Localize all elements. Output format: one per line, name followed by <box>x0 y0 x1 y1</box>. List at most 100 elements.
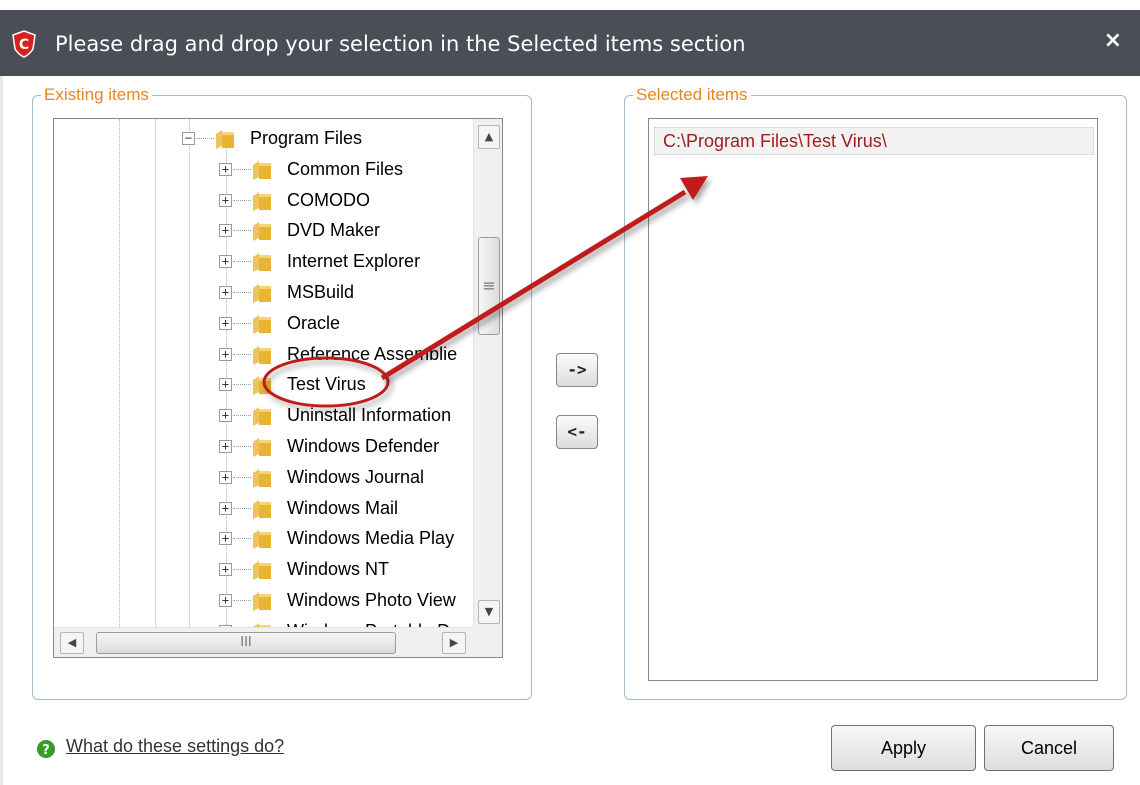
help-link[interactable]: What do these settings do? <box>66 736 284 757</box>
expand-icon[interactable]: + <box>219 532 232 546</box>
expand-icon[interactable]: + <box>219 594 232 607</box>
tree-item-label: MSBuild <box>287 282 355 302</box>
svg-text:C: C <box>19 37 29 53</box>
folder-icon <box>251 590 273 612</box>
tree-connector <box>233 415 251 417</box>
window-left-edge <box>0 76 3 785</box>
selected-item[interactable]: C:\Program Files\Test Virus\ <box>654 127 1094 155</box>
comodo-shield-icon: C <box>12 30 36 58</box>
scroll-left-button[interactable]: ◀ <box>60 632 84 654</box>
tree-connector <box>233 507 251 509</box>
scroll-up-button[interactable]: ▲ <box>478 125 500 149</box>
expand-icon[interactable]: + <box>219 316 232 330</box>
folder-icon <box>251 498 273 520</box>
folder-icon <box>251 190 273 212</box>
tree-item-label: Reference Assemblie <box>287 343 458 364</box>
folder-icon <box>251 159 273 181</box>
existing-items-legend: Existing items <box>41 85 152 105</box>
tree-item-label: Windows Photo View <box>287 590 456 610</box>
vertical-scroll-thumb[interactable]: ≡ <box>478 237 500 335</box>
tree-connector <box>233 446 251 447</box>
tree-list: − Program Files + Common Files + COMODO + DVD M… <box>54 119 473 627</box>
folder-icon <box>251 528 273 550</box>
svg-text:?: ? <box>42 743 50 758</box>
scroll-right-button[interactable]: ▶ <box>442 632 466 654</box>
tree-item-label: COMODO <box>287 189 370 210</box>
tree-item-windows-journal[interactable]: + Windows Journal <box>54 462 473 493</box>
tree-connector <box>233 261 251 263</box>
folder-icon <box>251 405 273 427</box>
tree-item-windows-mail[interactable]: + Windows Mail <box>54 493 473 524</box>
expand-icon[interactable]: + <box>219 286 232 299</box>
expand-icon[interactable]: + <box>219 378 232 392</box>
tree-item-test-virus[interactable]: + Test Virus <box>54 369 473 400</box>
folder-icon <box>251 313 273 335</box>
window-top-edge <box>0 0 1140 10</box>
tree-item-dvd-maker[interactable]: + DVD Maker <box>54 215 473 246</box>
collapse-icon[interactable]: − <box>182 132 195 145</box>
tree-item-label: Internet Explorer <box>287 251 421 272</box>
tree-item-oracle[interactable]: + Oracle <box>54 308 473 339</box>
vertical-scrollbar[interactable]: ▲ ≡ ▼ <box>473 119 502 627</box>
horizontal-scroll-thumb[interactable]: III <box>96 632 396 654</box>
horizontal-scrollbar[interactable]: ◀ III ▶ <box>54 627 473 657</box>
tree-connector <box>196 138 214 139</box>
folder-icon <box>251 251 273 273</box>
title-bar[interactable]: C Please drag and drop your selection in… <box>0 10 1140 76</box>
tree-connector <box>233 168 251 170</box>
tree-item-label: Oracle <box>287 312 341 333</box>
tree-connector <box>233 538 251 540</box>
tree-item-label: Windows Mail <box>287 497 399 518</box>
tree-item-windows-portable-d[interactable]: +Windows Portable D <box>54 616 473 627</box>
expand-icon[interactable]: + <box>219 409 232 423</box>
expand-icon[interactable]: + <box>219 347 232 361</box>
scroll-down-button[interactable]: ▼ <box>478 600 500 624</box>
expand-icon[interactable]: + <box>219 501 232 515</box>
apply-button[interactable]: Apply <box>831 725 976 771</box>
tree-connector <box>233 476 251 478</box>
tree-item-reference-assemblie[interactable]: + Reference Assemblie <box>54 339 473 370</box>
tree-item-label: Uninstall Information <box>287 405 452 426</box>
tree-item-internet-explorer[interactable]: + Internet Explorer <box>54 246 473 277</box>
tree-item-uninstall-information[interactable]: + Uninstall Information <box>54 400 473 431</box>
remove-from-selected-button[interactable]: <- <box>556 415 598 449</box>
tree-item-windows-nt[interactable]: + Windows NT <box>54 554 473 585</box>
folder-icon <box>251 467 273 489</box>
window-title: Please drag and drop your selection in t… <box>55 32 746 56</box>
tree-item-label: Test Virus <box>287 374 366 395</box>
expand-icon[interactable]: + <box>219 470 232 484</box>
help-icon[interactable]: ? <box>36 739 56 759</box>
tree-item-common-files[interactable]: + Common Files <box>54 154 473 185</box>
selected-items-legend: Selected items <box>633 85 751 105</box>
expand-icon[interactable]: + <box>219 224 232 238</box>
folder-icon <box>251 436 273 458</box>
expand-icon[interactable]: + <box>219 563 232 577</box>
folder-icon <box>251 374 273 396</box>
tree-item-windows-defender[interactable]: + Windows Defender <box>54 431 473 462</box>
folder-tree[interactable]: − Program Files + Common Files + COMODO + DVD M… <box>53 118 503 658</box>
tree-item-program-files[interactable]: − Program Files <box>54 123 473 154</box>
tree-item-label: Windows NT <box>287 559 390 580</box>
tree-connector <box>233 600 251 601</box>
folder-icon <box>251 559 273 581</box>
folder-icon <box>214 128 236 150</box>
folder-icon <box>251 344 273 366</box>
tree-item-windows-media-play[interactable]: + Windows Media Play <box>54 523 473 554</box>
cancel-button[interactable]: Cancel <box>984 725 1114 771</box>
selected-items-list[interactable]: C:\Program Files\Test Virus\ <box>648 118 1098 681</box>
scroll-corner <box>473 627 502 657</box>
tree-item-label: DVD Maker <box>287 220 381 241</box>
tree-item-comodo[interactable]: + COMODO <box>54 185 473 216</box>
expand-icon[interactable]: + <box>219 255 232 269</box>
tree-item-windows-photo-view[interactable]: + Windows Photo View <box>54 585 473 616</box>
tree-connector <box>233 199 251 201</box>
expand-icon[interactable]: + <box>219 193 232 207</box>
add-to-selected-button[interactable]: -> <box>556 353 598 387</box>
tree-connector <box>233 292 251 293</box>
tree-item-msbuild[interactable]: + MSBuild <box>54 277 473 308</box>
expand-icon[interactable]: + <box>219 440 232 453</box>
tree-item-label: Windows Journal <box>287 466 425 487</box>
tree-connector <box>233 322 251 324</box>
expand-icon[interactable]: + <box>219 162 232 176</box>
close-button[interactable]: × <box>1104 28 1122 53</box>
